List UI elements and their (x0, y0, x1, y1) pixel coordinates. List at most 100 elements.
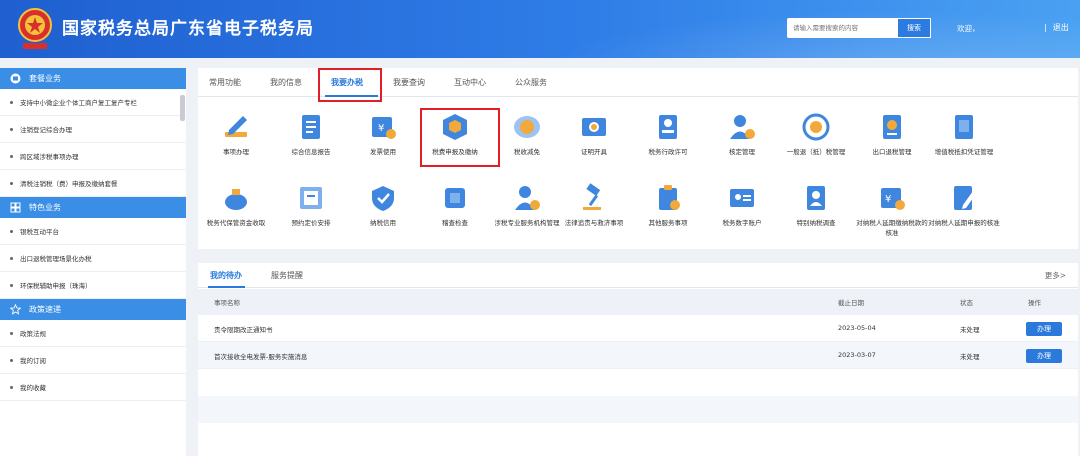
tab-interaction[interactable]: 互动中心 (454, 77, 486, 88)
sidebar-item[interactable]: 跨区域涉税事项办理 (0, 143, 186, 170)
handle-button[interactable]: 办理 (1026, 322, 1062, 336)
column-header: 事项名称 (214, 299, 240, 307)
service-label: 核定管理 (729, 148, 755, 156)
logout-label[interactable]: 退出 (1053, 23, 1069, 32)
service-label: 对纳税人延期申报的核准 (928, 219, 1000, 227)
report-icon (296, 112, 326, 142)
sidebar-section-featured[interactable]: 特色业务 (0, 197, 186, 218)
service-item[interactable]: 税务代保管资金收取 (198, 183, 274, 228)
tab-query[interactable]: 我要查询 (393, 77, 425, 88)
sidebar-item[interactable]: 出口退税管理场景化办税 (0, 245, 186, 272)
service-label: 涉税专业服务机构管理 (494, 219, 560, 227)
service-item[interactable]: 法律追责与救济事项 (556, 183, 632, 228)
refund-icon (801, 112, 831, 142)
table-row[interactable]: 责令限期改正通知书 2023-05-04 未处理 办理 (198, 315, 1078, 342)
service-item[interactable]: 核定管理 (704, 112, 780, 157)
service-item[interactable]: 增值税抵扣凭证管理 (926, 112, 1002, 157)
service-item[interactable]: ¥ 发票使用 (345, 112, 421, 157)
sidebar-item[interactable]: 清税注销税（费）申报及缴纳套餐 (0, 170, 186, 197)
sidebar: 套餐业务 支持中小微企业个体工商户复工复产专栏 注销登记综合办理 跨区域涉税事项… (0, 68, 186, 456)
tab-highlight-box (318, 68, 382, 102)
service-item[interactable]: 证明开具 (556, 112, 632, 157)
sidebar-item[interactable]: 银税互动平台 (0, 218, 186, 245)
tab-public-service[interactable]: 公众服务 (515, 77, 547, 88)
service-item[interactable]: 特别纳税调查 (778, 183, 854, 228)
search-button[interactable]: 搜索 (897, 18, 931, 38)
sidebar-item[interactable]: 注销登记综合办理 (0, 116, 186, 143)
certificate-icon (579, 112, 609, 142)
money-bag-icon (221, 183, 251, 213)
service-item[interactable]: ¥ 对纳税人延期缴纳税款的核准 (854, 183, 930, 238)
todo-tab-indicator (208, 286, 245, 288)
voucher-icon (949, 112, 979, 142)
service-item[interactable]: 其他服务事项 (630, 183, 706, 228)
service-label: 税务数字账户 (722, 219, 762, 227)
service-label: 其他服务事项 (648, 219, 688, 227)
sidebar-section-policy[interactable]: 政策速递 (0, 299, 186, 320)
sidebar-section-title: 套餐业务 (29, 74, 61, 83)
service-label: 事项办理 (223, 148, 249, 156)
column-header: 操作 (1028, 299, 1041, 307)
grid-icon (10, 202, 21, 213)
banner-decoration (480, 0, 1080, 58)
coins-icon (512, 112, 542, 142)
service-item[interactable]: 涉税专业服务机构管理 (489, 183, 565, 228)
service-label: 税务代保管资金收取 (206, 219, 266, 227)
permit-icon (653, 112, 683, 142)
sidebar-item[interactable]: 政策法规 (0, 320, 186, 347)
tax-emblem-icon (18, 8, 52, 49)
sidebar-item[interactable]: 环保税辅助申报（珠海） (0, 272, 186, 299)
top-banner: 国家税务总局广东省电子税务局 搜索 欢迎， | 退出 (0, 0, 1080, 58)
service-label: 纳税信用 (370, 219, 396, 227)
id-card-icon (727, 183, 757, 213)
gavel-icon (579, 183, 609, 213)
user-gear-icon (727, 112, 757, 142)
sidebar-scrollbar[interactable] (180, 95, 185, 121)
status-text: 未处理 (960, 353, 980, 361)
service-item[interactable]: 一般退（抵）税管理 (778, 112, 854, 157)
service-label: 税务行政许可 (648, 148, 688, 156)
service-label: 一般退（抵）税管理 (786, 148, 846, 156)
pencil-icon (221, 112, 251, 142)
sidebar-section-title: 政策速递 (29, 305, 61, 314)
svg-text:¥: ¥ (885, 194, 891, 205)
tab-my-todo[interactable]: 我的待办 (210, 270, 242, 281)
service-item[interactable]: 税收减免 (489, 112, 565, 157)
sidebar-item[interactable]: 我的订阅 (0, 347, 186, 374)
item-name[interactable]: 责令限期改正通知书 (214, 324, 273, 334)
service-item[interactable]: 预约定价安排 (273, 183, 349, 228)
service-highlight-box (420, 108, 500, 167)
service-item[interactable]: 纳税信用 (345, 183, 421, 228)
search-input[interactable] (787, 18, 897, 38)
service-label: 税收减免 (514, 148, 540, 156)
service-item[interactable]: 稽查检查 (417, 183, 493, 228)
more-link[interactable]: 更多> (1045, 270, 1066, 281)
todo-tabs: 我的待办 服务提醒 更多> (198, 263, 1078, 288)
service-item[interactable]: 税务行政许可 (630, 112, 706, 157)
service-item[interactable]: 事项办理 (198, 112, 274, 157)
item-name[interactable]: 首次接收全电发票-服务实施消息 (214, 351, 307, 361)
due-date: 2023-05-04 (838, 324, 876, 332)
table-row[interactable]: 首次接收全电发票-服务实施消息 2023-03-07 未处理 办理 (198, 342, 1078, 369)
tab-my-info[interactable]: 我的信息 (270, 77, 302, 88)
handle-button[interactable]: 办理 (1026, 349, 1062, 363)
sidebar-item[interactable]: 我的收藏 (0, 374, 186, 401)
empty-row (198, 396, 1078, 423)
sidebar-item[interactable]: 支持中小微企业个体工商户复工复产专栏 (0, 89, 186, 116)
sidebar-section-package[interactable]: 套餐业务 (0, 68, 186, 89)
service-item[interactable]: 出口退税管理 (854, 112, 930, 157)
invoice-icon: ¥ (368, 112, 398, 142)
pricing-icon (296, 183, 326, 213)
tab-common[interactable]: 常用功能 (209, 77, 241, 88)
agent-gear-icon (512, 183, 542, 213)
logout-link[interactable]: | 退出 (1044, 22, 1069, 33)
service-label: 出口退税管理 (872, 148, 912, 156)
tab-service-reminder[interactable]: 服务提醒 (271, 270, 303, 281)
service-item[interactable]: 综合信息报告 (273, 112, 349, 157)
service-item[interactable]: 税务数字账户 (704, 183, 780, 228)
service-item[interactable]: 对纳税人延期申报的核准 (926, 183, 1002, 228)
service-label: 特别纳税调查 (796, 219, 836, 227)
clipboard-icon (653, 183, 683, 213)
service-label: 发票使用 (370, 148, 396, 156)
star-icon (10, 304, 21, 315)
